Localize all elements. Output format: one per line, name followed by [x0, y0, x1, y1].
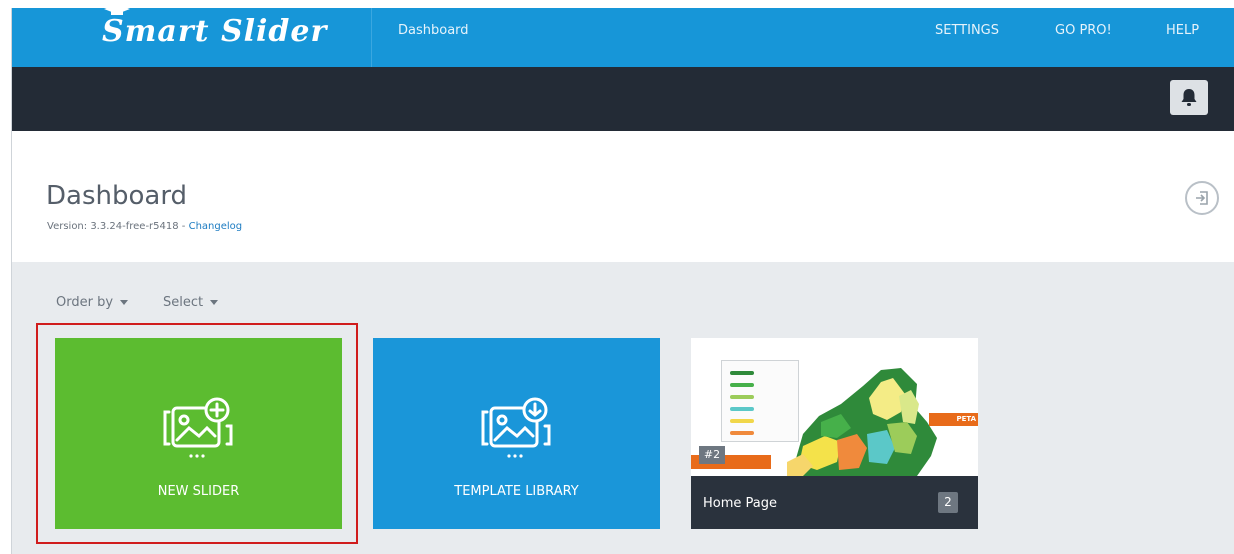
dashboard-content: Order by Select NEW SLIDER TEMPLATE LIBR… [12, 262, 1234, 554]
logo-text: Smart Slider [102, 14, 328, 49]
nav-settings-link[interactable]: SETTINGS [935, 23, 999, 38]
select-label: Select [163, 295, 204, 310]
slider-thumbnail: PETA #2 [691, 338, 978, 476]
order-by-label: Order by [56, 295, 114, 310]
logo-area[interactable]: Smart Slider [12, 8, 372, 67]
page-header: Dashboard Version: 3.3.24-free-r5418 - C… [12, 131, 1234, 262]
caret-down-icon [210, 300, 219, 305]
template-library-label: TEMPLATE LIBRARY [454, 484, 579, 499]
download-image-icon [481, 397, 551, 458]
caret-down-icon [120, 300, 129, 305]
nav-help-link[interactable]: HELP [1166, 23, 1199, 38]
new-slider-tile[interactable]: NEW SLIDER [55, 338, 342, 529]
version-text: Version: 3.3.24-free-r5418 - [47, 221, 189, 232]
map-title-tag: PETA [929, 413, 978, 426]
slider-card[interactable]: PETA #2 Home Page 2 [691, 338, 978, 529]
add-image-icon [163, 397, 233, 458]
template-library-tile[interactable]: TEMPLATE LIBRARY [373, 338, 660, 529]
slider-title[interactable]: Home Page [703, 496, 777, 511]
version-line: Version: 3.3.24-free-r5418 - Changelog [47, 221, 242, 232]
bell-icon [1181, 89, 1197, 106]
notifications-button[interactable] [1170, 80, 1208, 115]
secondary-toolbar [12, 67, 1234, 131]
slider-card-footer: Home Page 2 [691, 476, 978, 529]
page-title: Dashboard [46, 181, 188, 211]
exit-icon [1196, 191, 1208, 205]
app-frame: Smart Slider Dashboard SETTINGS GO PRO! … [11, 8, 1234, 554]
slide-number-badge: #2 [699, 446, 725, 464]
order-by-dropdown[interactable]: Order by [56, 295, 129, 310]
new-slider-label: NEW SLIDER [157, 484, 240, 499]
nav-gopro-link[interactable]: GO PRO! [1055, 23, 1112, 38]
nav-dashboard-link[interactable]: Dashboard [398, 23, 469, 38]
select-dropdown[interactable]: Select [163, 295, 219, 310]
exit-button[interactable] [1185, 181, 1219, 215]
slide-count-badge: 2 [938, 492, 958, 513]
changelog-link[interactable]: Changelog [189, 221, 243, 232]
top-navigation-bar: Smart Slider Dashboard SETTINGS GO PRO! … [12, 8, 1234, 67]
